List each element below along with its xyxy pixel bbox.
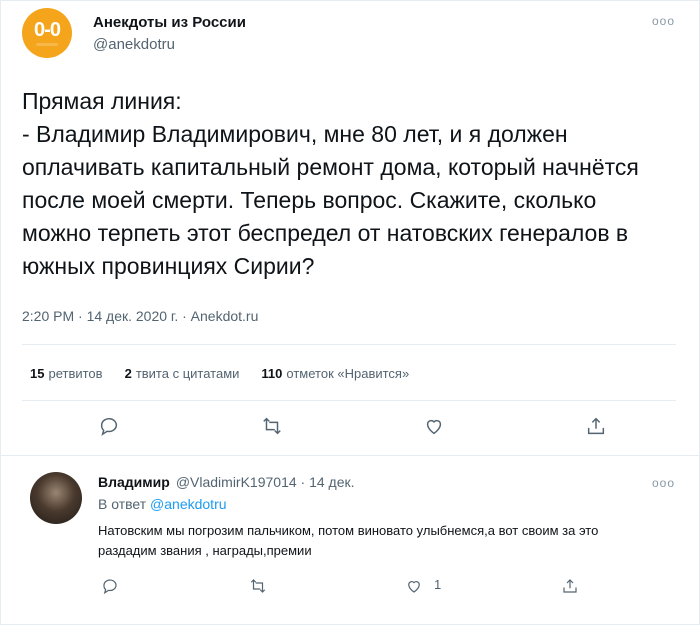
reply-to-label: В ответ <box>98 496 147 512</box>
likes-stat[interactable]: 110 отметок «Нравится» <box>261 366 409 381</box>
heart-icon[interactable] <box>422 414 446 438</box>
reply-avatar[interactable] <box>30 472 82 524</box>
divider <box>0 455 700 456</box>
reply-text: Натовским мы погрозим пальчиком, потом в… <box>98 523 599 558</box>
quotes-label: твита с цитатами <box>135 366 240 381</box>
likes-label: отметок «Нравится» <box>286 366 410 381</box>
quotes-stat[interactable]: 2 твита с цитатами <box>125 366 240 381</box>
more-options-icon[interactable]: ooo <box>652 14 675 28</box>
reply-actions: 1 <box>98 574 658 600</box>
divider <box>22 400 676 401</box>
tweet-text: Прямая линия: - Владимир Владимирович, м… <box>22 88 639 279</box>
reply-to-line: В ответ @anekdotru <box>98 496 227 512</box>
engagement-stats: 15 ретвитов 2 твита с цитатами 110 отметок … <box>30 366 409 381</box>
retweet-icon[interactable] <box>246 574 270 598</box>
retweets-stat[interactable]: 15 ретвитов <box>30 366 103 381</box>
avatar-logo-underline <box>36 43 58 46</box>
retweets-count: 15 <box>30 366 45 381</box>
quotes-count: 2 <box>124 366 132 381</box>
reply-handle-date[interactable]: @VladimirK197014 · 14 дек. <box>176 474 355 490</box>
reply-icon[interactable] <box>98 574 122 598</box>
reply-to-mention[interactable]: @anekdotru <box>150 496 226 512</box>
avatar[interactable]: 0-0 <box>22 8 72 58</box>
tweet-timestamp[interactable]: 2:20 PM · 14 дек. 2020 г. · Anekdot.ru <box>22 308 258 324</box>
share-icon[interactable] <box>558 574 582 598</box>
retweets-label: ретвитов <box>48 366 103 381</box>
tweet-actions <box>22 414 676 444</box>
reply-header: Владимир @VladimirK197014 · 14 дек. <box>98 474 355 490</box>
account-handle[interactable]: @anekdotru <box>93 36 175 53</box>
account-name[interactable]: Анекдоты из России <box>93 14 246 31</box>
reply-author-name[interactable]: Владимир <box>98 474 170 490</box>
reply-like-count: 1 <box>434 577 442 592</box>
retweet-icon[interactable] <box>260 414 284 438</box>
reply-icon[interactable] <box>97 414 121 438</box>
share-icon[interactable] <box>584 414 608 438</box>
divider <box>22 344 676 345</box>
avatar-logo-text: 0-0 <box>34 19 61 41</box>
reply-more-options-icon[interactable]: ooo <box>652 476 675 490</box>
likes-count: 110 <box>261 366 283 381</box>
heart-icon[interactable] <box>402 574 426 598</box>
